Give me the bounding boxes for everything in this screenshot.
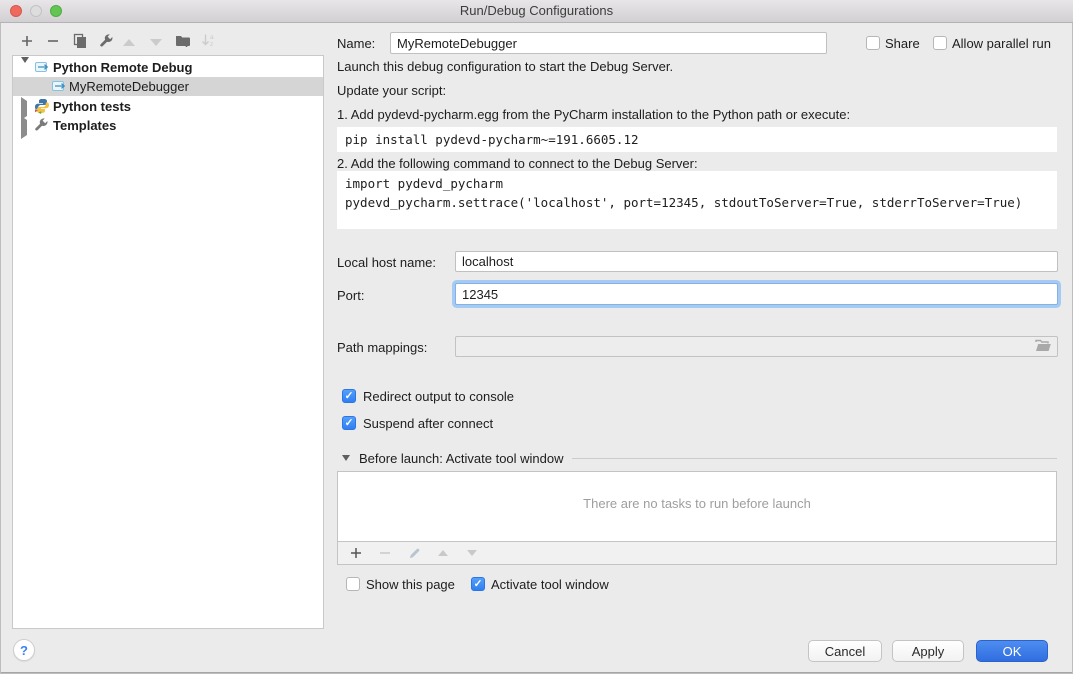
allow-parallel-run-label: Allow parallel run xyxy=(952,36,1051,51)
close-button[interactable] xyxy=(10,5,22,17)
move-up-button[interactable] xyxy=(118,32,140,52)
collapse-arrow-icon[interactable] xyxy=(21,63,31,73)
expand-arrow-icon[interactable] xyxy=(21,120,31,130)
local-host-name-label: Local host name: xyxy=(337,255,436,270)
expand-arrow-icon[interactable] xyxy=(21,101,31,111)
ok-button[interactable]: OK xyxy=(976,640,1048,662)
check-icon: ✓ xyxy=(474,579,483,590)
tree-item-label: Python tests xyxy=(53,99,131,114)
copy-configuration-button[interactable] xyxy=(68,32,90,52)
activate-tool-window-checkbox[interactable]: ✓ xyxy=(471,577,485,591)
local-host-name-input[interactable] xyxy=(455,251,1058,272)
remove-task-button[interactable] xyxy=(378,546,392,560)
name-input[interactable] xyxy=(390,32,827,54)
help-button[interactable]: ? xyxy=(13,639,35,661)
description-line-1: Launch this debug configuration to start… xyxy=(337,59,673,74)
window-title: Run/Debug Configurations xyxy=(0,0,1073,21)
wrench-icon xyxy=(99,33,114,51)
arrow-down-icon xyxy=(150,39,162,46)
wrench-icon xyxy=(34,117,50,133)
edit-templates-button[interactable] xyxy=(95,32,117,52)
configurations-tree: Python Remote Debug MyRemoteDebugger Pyt… xyxy=(12,55,324,629)
check-icon: ✓ xyxy=(345,418,354,429)
separator-line xyxy=(572,458,1057,459)
redirect-output-checkbox[interactable]: ✓ xyxy=(342,389,356,403)
tree-item-python-remote-debug[interactable]: Python Remote Debug xyxy=(13,58,323,77)
port-input[interactable] xyxy=(455,283,1058,305)
add-task-button[interactable] xyxy=(349,546,363,560)
question-mark-icon: ? xyxy=(20,643,28,658)
sort-az-icon: az xyxy=(201,33,216,51)
tree-item-templates[interactable]: Templates xyxy=(13,116,323,135)
new-folder-button[interactable] xyxy=(172,32,194,52)
activate-tool-window-label: Activate tool window xyxy=(491,577,609,592)
path-mappings-field xyxy=(455,336,1058,357)
svg-text:a: a xyxy=(210,34,214,41)
step-2-text: 2. Add the following command to connect … xyxy=(337,156,698,171)
show-this-page-checkbox[interactable]: ✓ xyxy=(346,577,360,591)
folder-plus-icon xyxy=(175,34,191,51)
python-tests-icon xyxy=(34,98,50,114)
share-checkbox[interactable]: ✓ xyxy=(866,36,880,50)
path-mappings-label: Path mappings: xyxy=(337,340,427,355)
edit-task-button[interactable] xyxy=(407,546,421,560)
suspend-after-connect-label: Suspend after connect xyxy=(363,416,493,431)
add-configuration-button[interactable] xyxy=(16,32,38,52)
remote-debug-icon xyxy=(34,59,50,75)
before-launch-toolbar xyxy=(337,542,1057,565)
step-1-text: 1. Add pydevd-pycharm.egg from the PyCha… xyxy=(337,107,850,122)
description-line-2: Update your script: xyxy=(337,83,446,98)
suspend-after-connect-checkbox[interactable]: ✓ xyxy=(342,416,356,430)
allow-parallel-run-checkbox[interactable]: ✓ xyxy=(933,36,947,50)
svg-text:z: z xyxy=(210,41,213,48)
remove-configuration-button[interactable] xyxy=(42,32,64,52)
minimize-button[interactable] xyxy=(30,5,42,17)
zoom-button[interactable] xyxy=(50,5,62,17)
move-task-down-button[interactable] xyxy=(465,546,479,560)
apply-button[interactable]: Apply xyxy=(892,640,964,662)
arrow-up-icon xyxy=(123,39,135,46)
pip-install-code: pip install pydevd-pycharm~=191.6605.12 xyxy=(337,127,1057,152)
tree-item-myremotedebugger[interactable]: MyRemoteDebugger xyxy=(13,77,323,96)
tree-item-label: Templates xyxy=(53,118,116,133)
folder-open-icon xyxy=(1035,341,1052,356)
before-launch-section-header: Before launch: Activate tool window xyxy=(337,450,1057,466)
move-task-up-button[interactable] xyxy=(436,546,450,560)
code-line-2: pydevd_pycharm.settrace('localhost', por… xyxy=(345,195,1022,210)
before-launch-title: Before launch: Activate tool window xyxy=(359,451,564,466)
settrace-code: import pydevd_pycharm pydevd_pycharm.set… xyxy=(337,171,1057,229)
collapse-arrow-icon[interactable] xyxy=(342,455,350,461)
tree-item-python-tests[interactable]: Python tests xyxy=(13,97,323,116)
share-label: Share xyxy=(885,36,920,51)
title-bar: Run/Debug Configurations xyxy=(0,0,1073,23)
tree-item-label: MyRemoteDebugger xyxy=(69,79,189,94)
port-label: Port: xyxy=(337,288,364,303)
code-line-1: import pydevd_pycharm xyxy=(345,176,503,191)
remote-debug-icon xyxy=(51,78,67,94)
cancel-button[interactable]: Cancel xyxy=(808,640,882,662)
name-label: Name: xyxy=(337,36,375,51)
redirect-output-label: Redirect output to console xyxy=(363,389,514,404)
show-this-page-label: Show this page xyxy=(366,577,455,592)
copy-icon xyxy=(72,33,87,51)
no-tasks-placeholder: There are no tasks to run before launch xyxy=(338,496,1056,511)
before-launch-task-list[interactable]: There are no tasks to run before launch xyxy=(337,471,1057,542)
move-down-button[interactable] xyxy=(145,32,167,52)
plus-icon xyxy=(20,34,34,51)
minus-icon xyxy=(46,34,60,51)
tree-item-label: Python Remote Debug xyxy=(53,60,192,75)
sort-alphabetically-button[interactable]: az xyxy=(197,32,219,52)
browse-path-mappings-button[interactable] xyxy=(1035,339,1053,354)
check-icon: ✓ xyxy=(345,391,354,402)
